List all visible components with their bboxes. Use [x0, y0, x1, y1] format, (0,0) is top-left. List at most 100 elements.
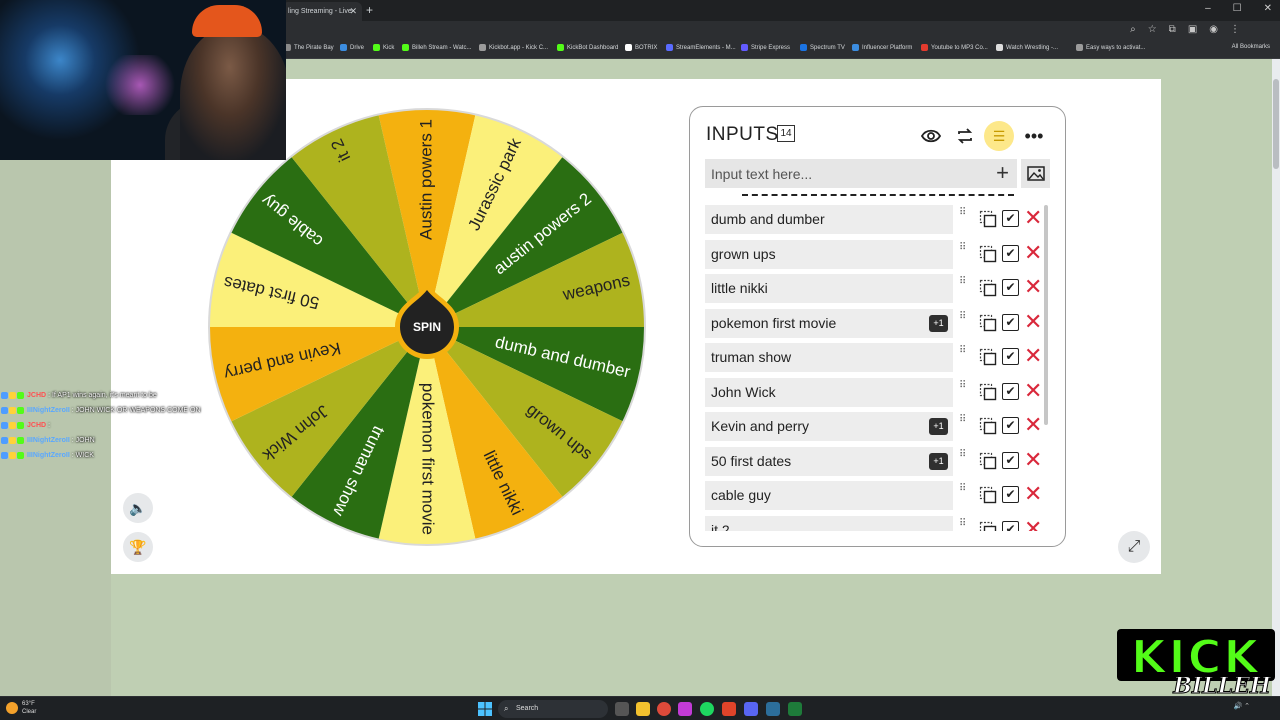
enabled-checkbox-icon[interactable]: ✔ [1002, 210, 1019, 227]
enabled-checkbox-icon[interactable]: ✔ [1002, 417, 1019, 434]
enabled-checkbox-icon[interactable]: ✔ [1002, 520, 1019, 531]
app-icon-red[interactable] [722, 702, 736, 716]
entry-row[interactable]: cable guy ⠿ ✔ ✕ [705, 481, 1052, 510]
bookmark-item[interactable]: StreamElements - M... [666, 44, 736, 51]
spotify-icon[interactable] [700, 702, 714, 716]
zoom-icon[interactable]: ⌕ [1130, 24, 1136, 35]
extensions-icon[interactable]: ⧉ [1169, 24, 1176, 35]
entry-text-bg[interactable]: Kevin and perry +1 [705, 412, 953, 441]
list-icon[interactable]: ☰ [984, 121, 1014, 151]
eye-icon[interactable] [916, 121, 946, 151]
enabled-checkbox-icon[interactable]: ✔ [1002, 451, 1019, 469]
bookmark-item[interactable]: Kick [373, 44, 394, 51]
entry-weight-badge[interactable]: +1 [929, 452, 948, 470]
delete-icon[interactable]: ✕ [1024, 483, 1042, 505]
entry-text-bg[interactable]: dumb and dumber [705, 205, 953, 234]
bookmark-item[interactable]: Youtube to MP3 Co... [921, 44, 988, 51]
bookmark-item[interactable]: Drive [340, 44, 364, 51]
entry-row[interactable]: John Wick ⠿ ✔ ✕ [705, 377, 1052, 407]
system-tray[interactable]: 🔊 ⌃ [1233, 702, 1250, 710]
more-options-icon[interactable]: ••• [1019, 121, 1049, 151]
page-scrollbar-thumb[interactable] [1273, 79, 1279, 169]
page-scrollbar[interactable] [1272, 59, 1280, 696]
all-bookmarks-link[interactable]: All Bookmarks [1232, 44, 1270, 50]
chrome-icon[interactable] [657, 702, 671, 716]
discord-icon[interactable] [744, 702, 758, 716]
maximize-icon[interactable]: ☐ [1233, 3, 1242, 14]
duplicate-icon[interactable] [979, 348, 997, 366]
menu-icon[interactable]: ⋮ [1230, 24, 1240, 35]
duplicate-icon[interactable] [979, 210, 997, 228]
bookmark-item[interactable]: Easy ways to activat... [1076, 44, 1145, 51]
delete-icon[interactable]: ✕ [1024, 207, 1042, 229]
entry-text-bg[interactable]: 50 first dates +1 [705, 446, 953, 476]
drag-handle-icon[interactable]: ⠿ [959, 484, 971, 504]
drag-handle-icon[interactable]: ⠿ [959, 277, 971, 297]
duplicate-icon[interactable] [979, 486, 997, 504]
entry-text-bg[interactable]: little nikki [705, 274, 953, 303]
duplicate-icon[interactable] [979, 452, 997, 470]
task-view-icon[interactable] [615, 702, 629, 716]
duplicate-icon[interactable] [979, 417, 997, 435]
entry-row[interactable]: Kevin and perry +1 ⠿ ✔ ✕ [705, 412, 1052, 441]
bookmark-item[interactable]: KickBot Dashboard [557, 44, 618, 51]
entry-weight-badge[interactable]: +1 [929, 418, 948, 435]
entry-row[interactable]: little nikki ⠿ ✔ ✕ [705, 274, 1052, 303]
drag-handle-icon[interactable]: ⠿ [959, 518, 971, 532]
bookmark-item[interactable]: Influencer Platform [852, 44, 912, 51]
entry-row[interactable]: pokemon first movie +1 ⠿ ✔ ✕ [705, 308, 1052, 338]
winners-button[interactable]: 🏆 [123, 532, 153, 562]
profile-icon[interactable]: ◉ [1209, 24, 1218, 35]
new-tab-icon[interactable]: + [366, 4, 373, 16]
entry-row[interactable]: truman show ⠿ ✔ ✕ [705, 343, 1052, 372]
entry-text-bg[interactable]: cable guy [705, 481, 953, 510]
weather-widget[interactable]: 63°F Clear [22, 700, 36, 716]
enabled-checkbox-icon[interactable]: ✔ [1002, 348, 1019, 365]
add-image-button[interactable] [1021, 159, 1050, 188]
shuffle-icon[interactable] [950, 121, 980, 151]
duplicate-icon[interactable] [979, 521, 997, 532]
entry-row[interactable]: 50 first dates +1 ⠿ ✔ ✕ [705, 446, 1052, 476]
file-explorer-icon[interactable] [636, 702, 650, 716]
bookmark-item[interactable]: Stripe Express [741, 44, 790, 51]
sidebar-icon[interactable]: ▣ [1188, 24, 1197, 35]
delete-icon[interactable]: ✕ [1024, 310, 1042, 333]
duplicate-icon[interactable] [979, 245, 997, 263]
entry-weight-badge[interactable]: +1 [929, 314, 948, 332]
enabled-checkbox-icon[interactable]: ✔ [1002, 486, 1019, 503]
bookmark-item[interactable]: Watch Wrestling -... [996, 44, 1058, 51]
entry-text-bg[interactable]: grown ups [705, 239, 953, 269]
minimize-icon[interactable]: – [1205, 3, 1211, 14]
close-window-icon[interactable]: ✕ [1264, 3, 1272, 14]
bookmark-item[interactable]: The Pirate Bay [284, 44, 334, 51]
delete-icon[interactable]: ✕ [1024, 241, 1042, 264]
bookmark-item[interactable]: Spectrum TV [800, 44, 845, 51]
entry-row[interactable]: dumb and dumber ⠿ ✔ ✕ [705, 205, 1052, 234]
entry-list-scrollbar[interactable] [1044, 205, 1048, 425]
enabled-checkbox-icon[interactable]: ✔ [1002, 382, 1019, 400]
enabled-checkbox-icon[interactable]: ✔ [1002, 279, 1019, 296]
steam-icon[interactable] [766, 702, 780, 716]
entry-text-bg[interactable]: truman show [705, 343, 953, 372]
sound-button[interactable]: 🔈 [123, 493, 153, 523]
drag-handle-icon[interactable]: ⠿ [959, 346, 971, 366]
drag-handle-icon[interactable]: ⠿ [959, 242, 971, 263]
drag-handle-icon[interactable]: ⠿ [959, 449, 971, 470]
entry-text-bg[interactable]: pokemon first movie +1 [705, 308, 953, 338]
bookmark-item[interactable]: BOTRIX [625, 44, 657, 51]
browser-tab-active[interactable]: ling Streaming - Live ✕ [282, 2, 362, 21]
entry-row[interactable]: it 2 ⠿ ✔ ✕ [705, 515, 1052, 532]
enabled-checkbox-icon[interactable]: ✔ [1002, 313, 1019, 331]
entry-text-bg[interactable]: John Wick [705, 377, 953, 407]
drag-handle-icon[interactable]: ⠿ [959, 311, 971, 332]
delete-icon[interactable]: ✕ [1024, 517, 1042, 531]
duplicate-icon[interactable] [979, 383, 997, 401]
entry-input[interactable] [711, 163, 971, 184]
spin-wheel[interactable]: Austin powers 1 Jurassic parkaustin power… [207, 107, 647, 547]
duplicate-icon[interactable] [979, 279, 997, 297]
app-icon-x[interactable] [678, 702, 692, 716]
drag-handle-icon[interactable]: ⠿ [959, 415, 971, 435]
entry-row[interactable]: grown ups ⠿ ✔ ✕ [705, 239, 1052, 269]
tab-close-icon[interactable]: ✕ [349, 2, 357, 21]
star-icon[interactable]: ☆ [1148, 24, 1157, 35]
